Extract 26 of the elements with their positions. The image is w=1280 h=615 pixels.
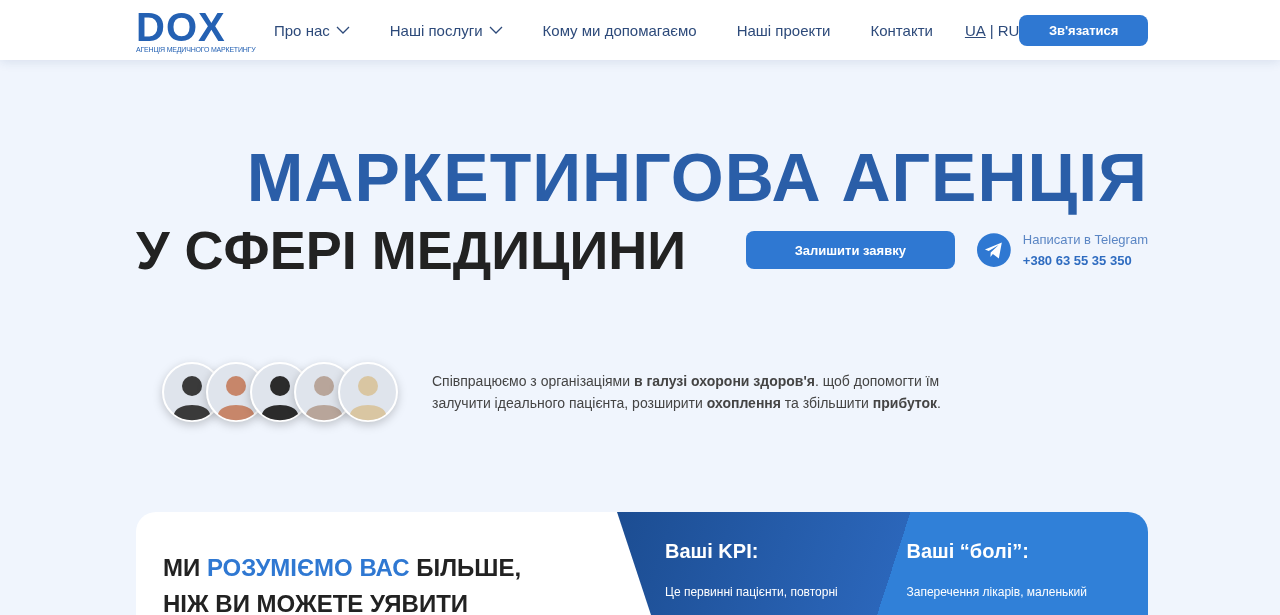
telegram-link[interactable]: Написати в Telegram: [1022, 232, 1148, 247]
contact-button[interactable]: Зв'язатися: [1019, 14, 1148, 46]
language-separator: |: [989, 21, 994, 39]
nav-link[interactable]: Про нас: [274, 21, 350, 39]
intro-paragraph: Співпрацюємо з організаціями в галузі охорони здоров'я. щоб допомогти їм залучити ідеального пацієнта, розширити охоплення та збільшити прибуток.: [432, 372, 942, 413]
language-link[interactable]: UA: [964, 21, 986, 39]
hero-subtitle: У СФЕРІ МЕДИЦИНИ: [136, 219, 688, 282]
chevron-down-icon: [488, 26, 503, 34]
card-heading-line: НІЖ ВИ МОЖЕТЕ УЯВИТИ: [163, 589, 470, 615]
panel-title: Ваші “болі”:: [906, 540, 1030, 563]
nav-link[interactable]: Контакти: [870, 21, 933, 39]
avatar-icon: [338, 362, 398, 422]
nav-link[interactable]: Кому ми допомагаємо: [542, 21, 697, 39]
card-heading: МИ РОЗУМІЄМО ВАС БІЛЬШЕ,: [163, 553, 523, 583]
panel-title: Ваші KPI:: [665, 540, 760, 563]
nav-link[interactable]: Наші послуги: [389, 21, 503, 39]
logo-mark[interactable]: DOX: [136, 7, 254, 46]
phone-link[interactable]: +380 63 55 35 350: [1022, 253, 1148, 268]
nav-link[interactable]: Наші проекти: [736, 21, 831, 39]
panel-text: Заперечення лікарів, маленький: [906, 585, 1088, 599]
hero-title: МАРКЕТИНГОВА АГЕНЦІЯ: [245, 138, 1148, 216]
chevron-down-icon: [335, 26, 350, 34]
telegram-icon[interactable]: [977, 233, 1011, 267]
language-link[interactable]: RU: [997, 21, 1020, 39]
panel-text: Це первинні пацієнти, повторні: [665, 585, 839, 599]
request-button[interactable]: Залишити заявку: [745, 231, 956, 269]
